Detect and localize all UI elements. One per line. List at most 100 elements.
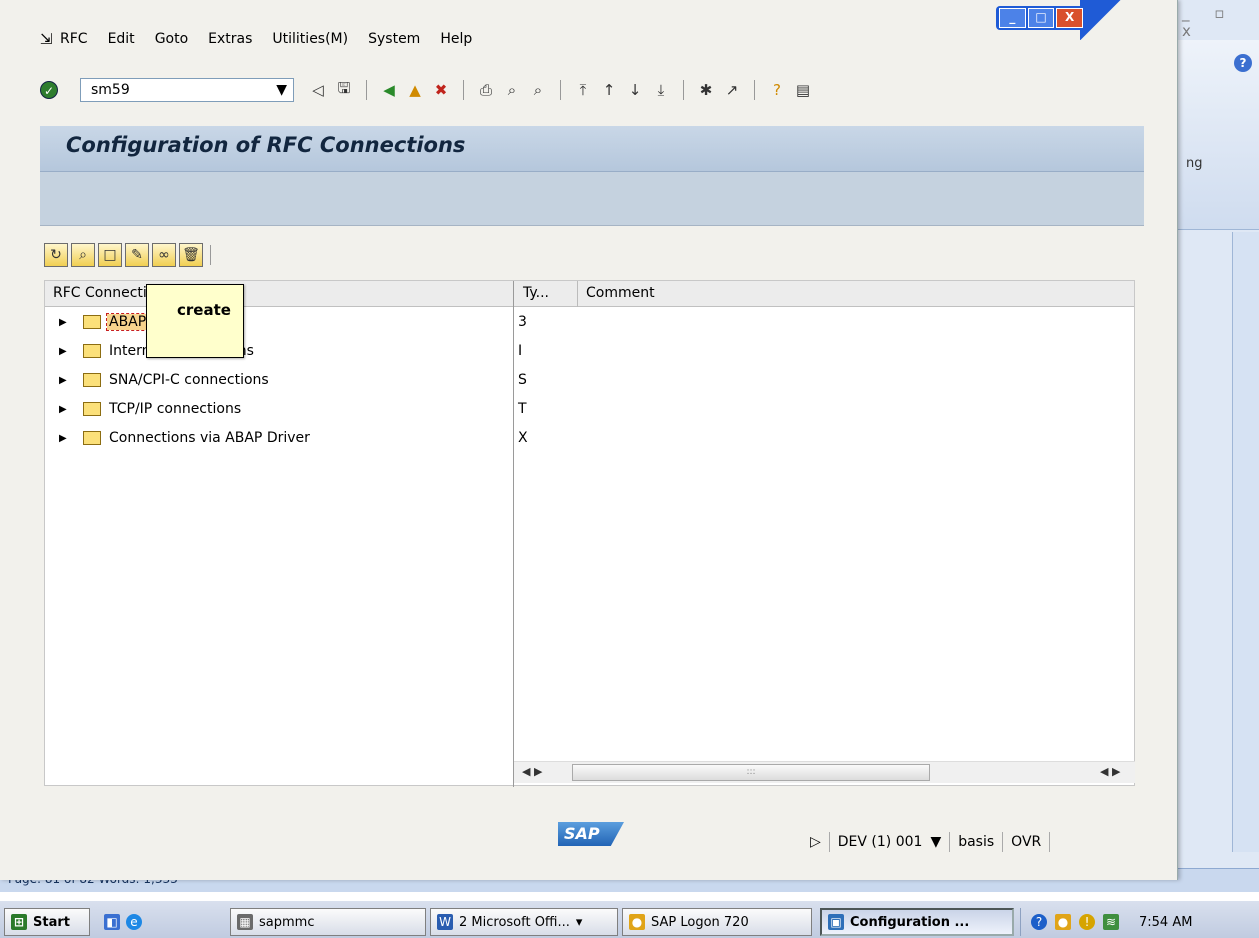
- expand-icon[interactable]: ▶: [59, 346, 67, 357]
- help-icon[interactable]: ?: [1234, 54, 1252, 72]
- find-next-icon[interactable]: ⌕: [528, 80, 548, 100]
- command-field-value: sm59: [91, 82, 130, 98]
- menu-bar: ⇲ RFC Edit Goto Extras Utilities(M) Syst…: [30, 26, 482, 52]
- menu-utilities[interactable]: Utilities(M): [262, 31, 358, 47]
- save-icon[interactable]: 🖫: [334, 79, 354, 100]
- start-button[interactable]: ⊞ Start: [4, 908, 90, 936]
- layout-menu-icon[interactable]: ▤: [793, 80, 813, 100]
- network-icon[interactable]: ≋: [1103, 914, 1119, 930]
- task-sap-logon[interactable]: ● SAP Logon 720: [622, 908, 812, 936]
- cancel-icon[interactable]: ✖: [431, 80, 451, 100]
- shortcut-icon[interactable]: ↗: [722, 80, 742, 100]
- minimize-button[interactable]: _: [999, 8, 1026, 28]
- title-swoosh: [1080, 0, 1140, 40]
- dropdown-icon[interactable]: ▼: [276, 82, 287, 98]
- menu-icon[interactable]: ⇲: [30, 30, 53, 48]
- create-tooltip: create: [146, 284, 244, 358]
- row-type: T: [518, 401, 527, 417]
- chevron-down-icon: ▾: [575, 914, 583, 930]
- print-icon[interactable]: ⎙: [476, 80, 496, 100]
- folder-icon: [83, 315, 101, 329]
- system-tray: ? ● ! ≋ 7:54 AM: [1020, 908, 1256, 936]
- task-configuration[interactable]: ▣ Configuration ...: [820, 908, 1014, 936]
- expand-icon[interactable]: ▶: [59, 433, 67, 444]
- folder-icon: [83, 373, 101, 387]
- desktop-icon[interactable]: ◧: [104, 914, 120, 930]
- find-icon[interactable]: ⌕: [502, 80, 522, 100]
- previous-page-icon[interactable]: ↑: [599, 80, 619, 100]
- user-info: basis: [958, 834, 995, 850]
- quick-launch: ◧ e: [98, 908, 210, 936]
- new-session-icon[interactable]: ✱: [696, 80, 716, 100]
- menu-system[interactable]: System: [358, 31, 430, 47]
- title-area: Configuration of RFC Connections: [40, 126, 1144, 172]
- row-label[interactable]: TCP/IP connections: [109, 401, 241, 417]
- row-type: 3: [518, 314, 527, 330]
- system-dropdown-icon[interactable]: ▼: [930, 834, 941, 850]
- collapse-icon[interactable]: ◁: [308, 80, 328, 100]
- row-type: S: [518, 372, 527, 388]
- first-page-icon[interactable]: ⤒: [573, 80, 593, 100]
- menu-edit[interactable]: Edit: [98, 31, 145, 47]
- word-window-controls[interactable]: _ ▫ x: [1172, 4, 1259, 40]
- column-type[interactable]: Ty...: [523, 285, 549, 301]
- next-page-icon[interactable]: ↓: [625, 80, 645, 100]
- tree-row[interactable]: ▶ TCP/IP connections T: [45, 398, 1134, 426]
- insert-mode: OVR: [1011, 834, 1042, 850]
- row-label[interactable]: SNA/CPI-C connections: [109, 372, 269, 388]
- last-page-icon[interactable]: ⤓: [651, 80, 671, 100]
- security-shield-icon[interactable]: !: [1079, 914, 1095, 930]
- menu-rfc[interactable]: RFC: [50, 31, 98, 47]
- word-icon: W: [437, 914, 453, 930]
- maximize-button[interactable]: □: [1027, 8, 1055, 28]
- task-sapmmc[interactable]: ▦ sapmmc: [230, 908, 426, 936]
- scroll-left-icon[interactable]: ◀ ▶: [522, 765, 542, 778]
- sap-logo: SAP: [558, 822, 624, 846]
- standard-toolbar: ✓ sm59 ▼ ◁ 🖫 ◀ ▲ ✖ ⎙ ⌕ ⌕ ⤒ ↑ ↓ ⤓ ✱ ↗ ? ▤: [40, 74, 813, 106]
- task-microsoft-office[interactable]: W 2 Microsoft Offi... ▾: [430, 908, 618, 936]
- application-toolbar: ↻ ⌕ □ ✎ ∞ 🗑: [44, 242, 211, 268]
- column-comment[interactable]: Comment: [586, 285, 655, 301]
- tree-row[interactable]: ▶ Connections via ABAP Driver X: [45, 427, 1134, 455]
- help-question-icon[interactable]: ?: [767, 80, 787, 100]
- horizontal-scrollbar[interactable]: ◀ ▶ ::: ◀ ▶: [514, 761, 1135, 783]
- scroll-thumb[interactable]: :::: [572, 764, 930, 781]
- browser-icon[interactable]: e: [126, 914, 142, 930]
- sap-logon-icon: ●: [629, 914, 645, 930]
- folder-icon: [83, 431, 101, 445]
- enter-icon[interactable]: ✓: [40, 81, 58, 99]
- close-button[interactable]: X: [1056, 8, 1084, 28]
- page-title: Configuration of RFC Connections: [66, 133, 466, 157]
- status-toggle-icon[interactable]: ▷: [810, 834, 821, 850]
- tree-row[interactable]: ▶ SNA/CPI-C connections S: [45, 369, 1134, 397]
- row-label[interactable]: Connections via ABAP Driver: [109, 430, 310, 446]
- menu-extras[interactable]: Extras: [198, 31, 262, 47]
- menu-help[interactable]: Help: [430, 31, 482, 47]
- display-icon[interactable]: ∞: [152, 243, 176, 267]
- search-icon[interactable]: ⌕: [71, 243, 95, 267]
- expand-icon[interactable]: ▶: [59, 317, 67, 328]
- system-info: DEV (1) 001: [837, 834, 923, 850]
- row-type: I: [518, 343, 523, 359]
- folder-icon: [83, 344, 101, 358]
- create-icon[interactable]: □: [98, 243, 122, 267]
- delete-icon[interactable]: 🗑: [179, 243, 203, 267]
- scroll-right-icon[interactable]: ◀ ▶: [1100, 765, 1120, 778]
- expand-icon[interactable]: ▶: [59, 404, 67, 415]
- exit-icon[interactable]: ▲: [405, 80, 425, 100]
- subtitle-area: [40, 172, 1144, 226]
- clock: 7:54 AM: [1139, 914, 1193, 930]
- refresh-icon[interactable]: ↻: [44, 243, 68, 267]
- sap-window-controls: _ □ X: [996, 6, 1086, 30]
- sap-tray-icon[interactable]: ●: [1055, 914, 1071, 930]
- taskbar: ⊞ Start ◧ e ▦ sapmmc W 2 Microsoft Offi.…: [0, 900, 1259, 938]
- expand-icon[interactable]: ▶: [59, 375, 67, 386]
- status-bar: SAP ▷ DEV (1) 001 ▼ basis OVR: [40, 816, 1144, 862]
- word-vertical-scrollbar[interactable]: [1232, 232, 1259, 852]
- back-icon[interactable]: ◀: [379, 80, 399, 100]
- word-ribbon-text: ng: [1186, 156, 1203, 171]
- help-tray-icon[interactable]: ?: [1031, 914, 1047, 930]
- command-field[interactable]: sm59 ▼: [80, 78, 294, 102]
- change-icon[interactable]: ✎: [125, 243, 149, 267]
- menu-goto[interactable]: Goto: [145, 31, 198, 47]
